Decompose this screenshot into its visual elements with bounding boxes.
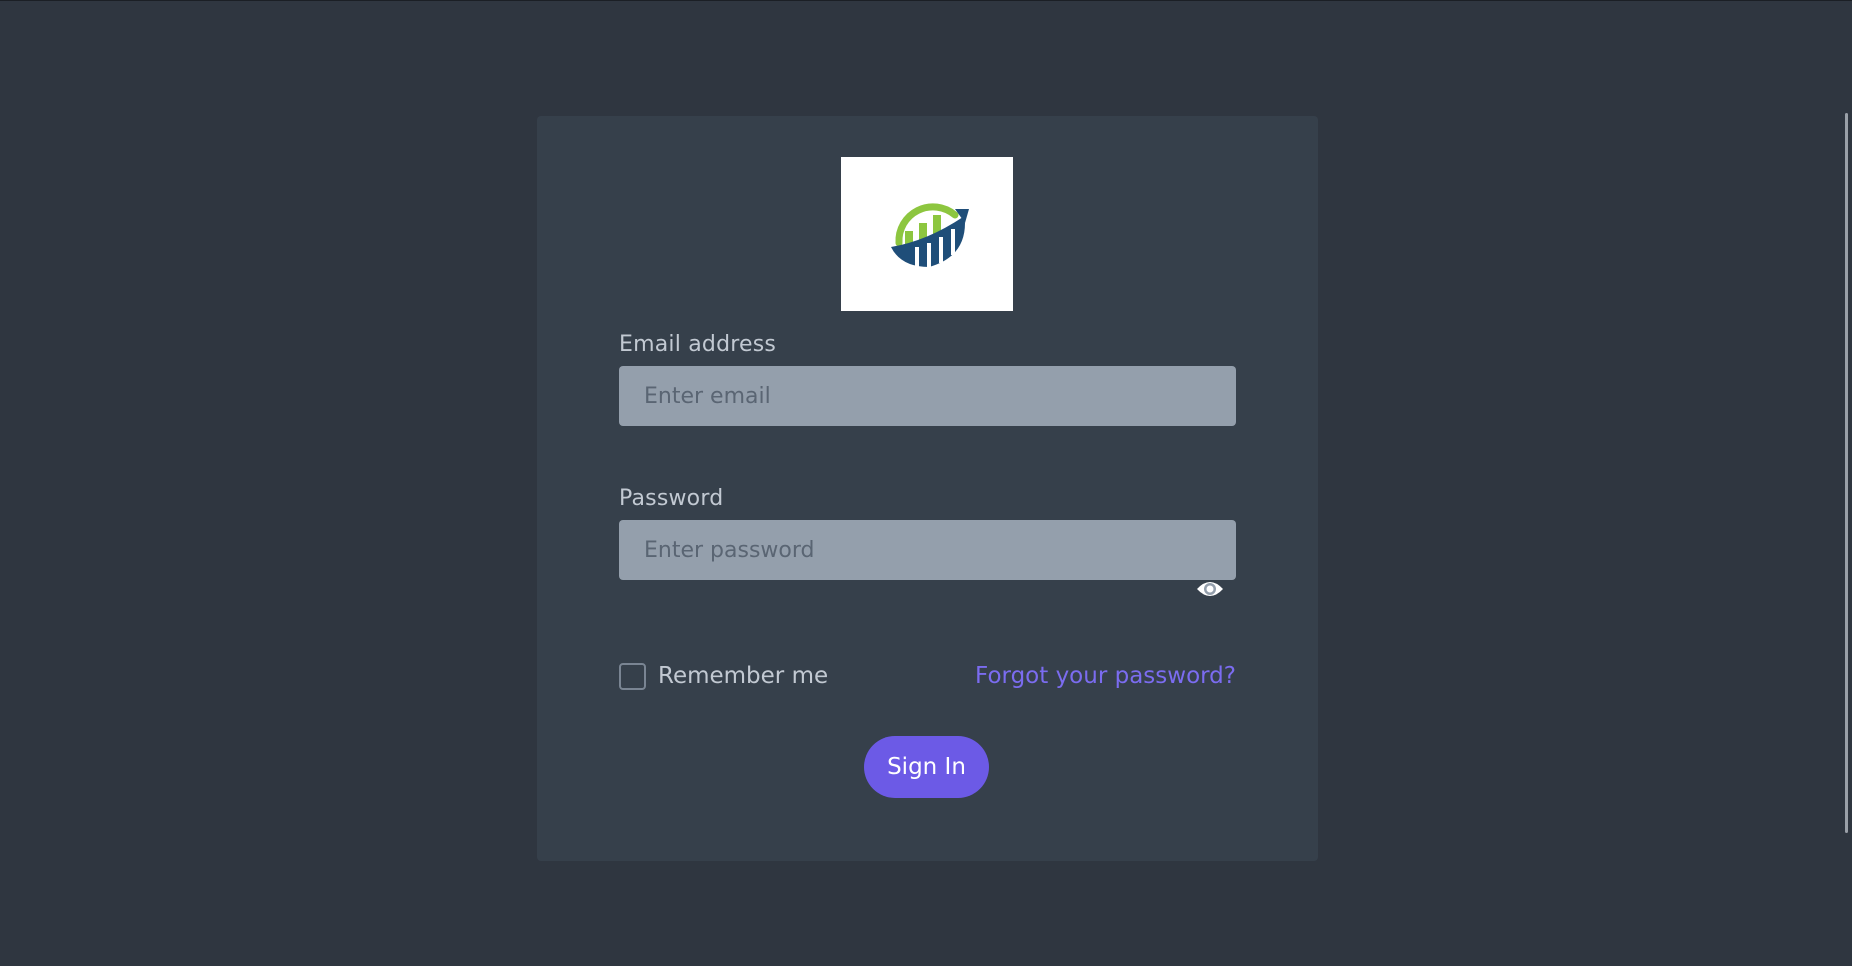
login-card: Email address Password Remember me Forgo… <box>537 116 1318 861</box>
sign-in-button[interactable]: Sign In <box>864 736 989 798</box>
remember-me-checkbox[interactable] <box>619 663 646 690</box>
scrollbar[interactable] <box>1845 113 1848 833</box>
remember-me-label: Remember me <box>658 663 829 689</box>
password-input[interactable] <box>619 520 1236 580</box>
logo <box>841 157 1013 311</box>
growth-chart-logo-icon <box>891 203 969 267</box>
password-label: Password <box>619 486 724 511</box>
forgot-password-link[interactable]: Forgot your password? <box>975 663 1236 689</box>
login-page: Email address Password Remember me Forgo… <box>0 0 1852 966</box>
email-label: Email address <box>619 332 777 357</box>
email-input[interactable] <box>619 366 1236 426</box>
eye-icon[interactable] <box>1196 578 1224 600</box>
